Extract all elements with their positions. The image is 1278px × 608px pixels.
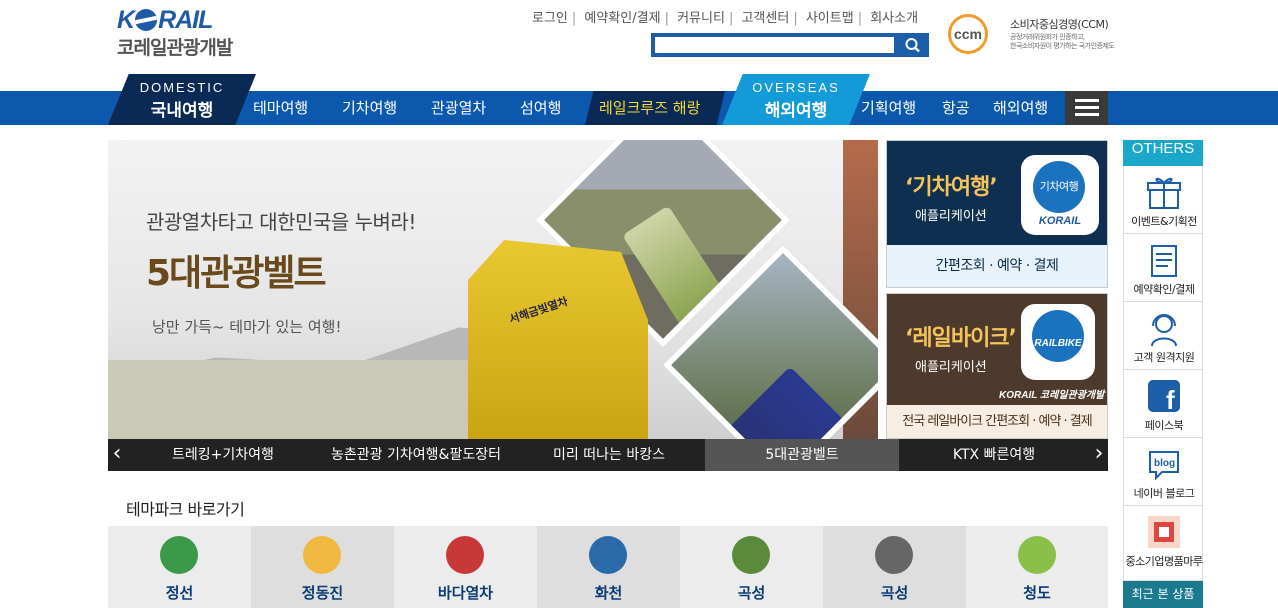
theme-item-sea-train[interactable]: 바다열차: [394, 526, 537, 608]
nav-domestic[interactable]: DOMESTIC 국내여행: [108, 74, 256, 125]
slider-tab-active[interactable]: 5대관광벨트: [705, 439, 899, 471]
prev-arrow-icon[interactable]: ‹: [108, 442, 126, 468]
theme-item-gokseong-2[interactable]: 곡성: [823, 526, 966, 608]
train-icon: [446, 536, 484, 574]
search-icon: [905, 38, 920, 53]
others-item-reservation[interactable]: 예약확인/결제: [1123, 234, 1203, 302]
slider-tabs: ‹ 트레킹+기차여행 농촌관광 기차여행&팔도장터 미리 떠나는 바캉스 5대관…: [108, 439, 1108, 471]
logo-ko: 코레일관광개발: [117, 37, 233, 59]
sitemap-link[interactable]: 사이트맵: [806, 11, 854, 26]
svg-text:f: f: [1166, 385, 1175, 415]
others-sidebar: OTHERS 이벤트&기획전 예약확인/결제 고객 원격지원 f 페이스북 bl…: [1123, 140, 1203, 608]
nav-rail-cruise[interactable]: 레일크루즈 해랑: [599, 91, 700, 125]
theme-item-jeongseon[interactable]: 정선: [108, 526, 251, 608]
nav-tourist-train[interactable]: 관광열차: [431, 91, 486, 125]
hero-tagline: 낭만 가득~ 테마가 있는 여행!: [152, 318, 342, 336]
next-arrow-icon[interactable]: ›: [1090, 442, 1108, 468]
slider-tab[interactable]: 미리 떠나는 바캉스: [514, 439, 704, 471]
theme-park-title: 테마파크 바로가기: [126, 500, 245, 519]
nav-island-travel[interactable]: 섬여행: [520, 91, 561, 125]
svg-text:blog: blog: [1154, 458, 1175, 469]
slider-tab[interactable]: 트레킹+기차여행: [128, 439, 318, 471]
mountain-icon: [160, 536, 198, 574]
hero-title: 5대관광벨트: [146, 253, 327, 294]
nav-theme-travel[interactable]: 테마여행: [253, 91, 308, 125]
house-icon: [732, 536, 770, 574]
menu-button[interactable]: [1065, 91, 1108, 125]
ccm-badge[interactable]: ccm 소비자중심경영(CCM) 공정거래위원회가 인증하고, 한국소비자원이 평…: [948, 14, 1115, 54]
nav-air[interactable]: 항공: [942, 91, 970, 125]
nav-train-travel[interactable]: 기차여행: [342, 91, 397, 125]
railbike-app-icon: RAILBIKE: [1021, 304, 1095, 380]
theme-park-list: 정선 정동진 바다열차 화천 곡성 곡성 청도: [108, 526, 1108, 608]
customer-center-link[interactable]: 고객센터: [741, 11, 789, 26]
reservation-link[interactable]: 예약확인/결제: [584, 11, 660, 26]
login-link[interactable]: 로그인: [532, 11, 568, 26]
company-link[interactable]: 회사소개: [870, 11, 918, 26]
slider-tab[interactable]: 농촌관광 기차여행&팔도장터: [318, 439, 514, 471]
nav-planned-travel[interactable]: 기획여행: [861, 91, 916, 125]
slider-tab[interactable]: KTX 빠른여행: [899, 439, 1089, 471]
ccm-desc: 공정거래위원회가 인증하고, 한국소비자원이 평가하는 국가인증제도: [1010, 33, 1115, 50]
others-item-blog[interactable]: blog 네이버 블로그: [1123, 438, 1203, 506]
boat-icon: [589, 536, 627, 574]
theme-item-hwacheon[interactable]: 화천: [537, 526, 680, 608]
korail-logo[interactable]: K RAIL 코레일관광개발: [117, 6, 277, 59]
others-item-event[interactable]: 이벤트&기획전: [1123, 166, 1203, 234]
blog-icon: blog: [1149, 451, 1179, 481]
yellow-train-image: [468, 240, 648, 440]
railbike-app-card[interactable]: ‘레일바이크’ 애플리케이션 RAILBIKE KORAIL 코레일관광개발 전…: [886, 293, 1108, 439]
theme-item-gokseong-1[interactable]: 곡성: [680, 526, 823, 608]
headset-icon: [1151, 314, 1177, 347]
others-item-remote[interactable]: 고객 원격지원: [1123, 302, 1203, 370]
theme-item-cheongdo[interactable]: 청도: [966, 526, 1108, 608]
nav-overseas-travel[interactable]: 해외여행: [993, 91, 1048, 125]
document-icon: [1151, 245, 1177, 277]
hero-slider[interactable]: 서해금빛열차 관광열차타고 대한민국을 누벼라! 5대관광벨트 낭만 가득~ 테…: [108, 140, 878, 440]
steam-train-icon: [875, 536, 913, 574]
others-header: OTHERS: [1123, 140, 1203, 166]
railbike-icon: [303, 536, 341, 574]
top-links: 로그인 | 예약확인/결제 | 커뮤니티 | 고객센터 | 사이트맵 | 회사소개: [532, 11, 919, 26]
gift-icon: [1147, 177, 1181, 209]
community-link[interactable]: 커뮤니티: [677, 11, 725, 26]
ccm-title: 소비자중심경영(CCM): [1010, 18, 1109, 31]
train-app-icon: 기차여행 KORAIL: [1021, 155, 1099, 235]
farm-icon: [1018, 536, 1056, 574]
nav-overseas[interactable]: OVERSEAS 해외여행: [722, 74, 870, 125]
theme-item-jeongdongjin[interactable]: 정동진: [251, 526, 394, 608]
recent-products-button[interactable]: 최근 본 상품: [1123, 581, 1203, 608]
search-button[interactable]: [900, 35, 926, 55]
search-input[interactable]: [654, 36, 895, 54]
others-item-sme[interactable]: 중소기업명품마루: [1123, 506, 1203, 581]
hero-subtitle: 관광열차타고 대한민국을 누벼라!: [146, 210, 416, 234]
sme-logo-icon: [1148, 516, 1180, 548]
facebook-icon: f: [1148, 380, 1180, 415]
ccm-logo-icon: ccm: [948, 14, 988, 54]
search-box: [651, 33, 929, 57]
logo-en: K RAIL: [117, 6, 213, 34]
train-app-card[interactable]: ‘기차여행’ 애플리케이션 기차여행 KORAIL 간편조회 · 예약 · 결제: [886, 140, 1108, 288]
others-item-facebook[interactable]: f 페이스북: [1123, 370, 1203, 438]
